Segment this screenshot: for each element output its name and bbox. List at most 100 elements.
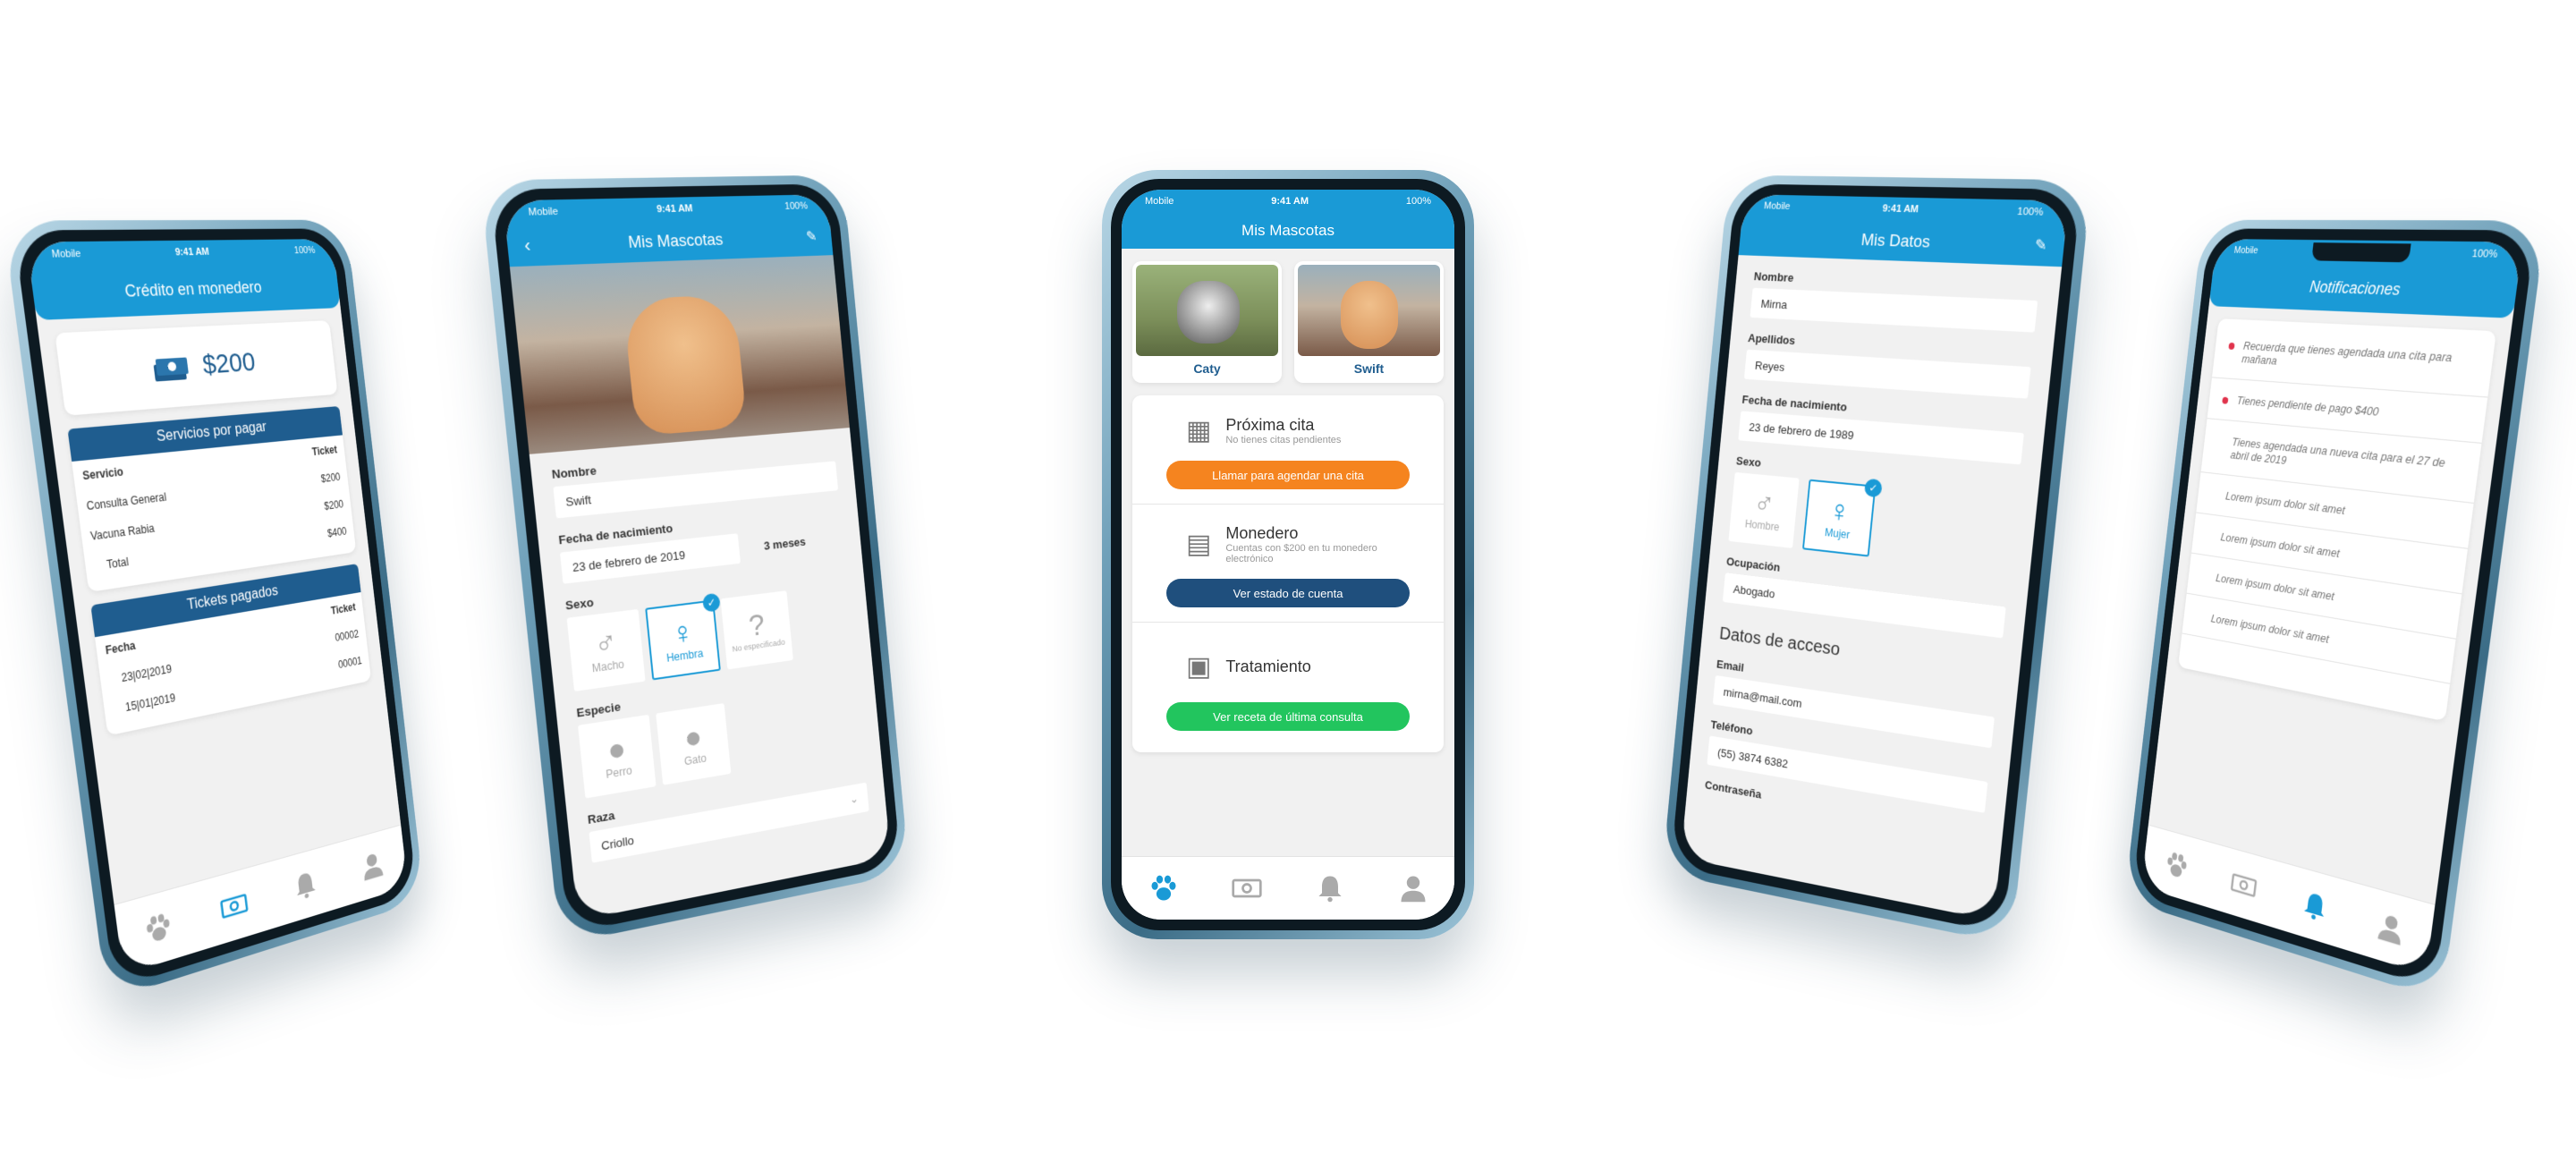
call-appointment-button[interactable]: Llamar para agendar una cita <box>1166 461 1410 489</box>
notification-text: Lorem ipsum dolor sit amet <box>2215 571 2335 604</box>
age-text: 3 meses <box>763 534 807 553</box>
money-icon <box>218 886 250 926</box>
tab-notifications[interactable] <box>285 860 326 911</box>
status-bar: Mobile 9:41 AM 100% <box>1122 190 1454 213</box>
chevron-down-icon: ⌄ <box>849 792 860 807</box>
page-title: Mis Mascotas <box>1241 222 1335 239</box>
edit-icon[interactable]: ✎ <box>805 228 818 246</box>
money-stack-icon: ▤ <box>1186 530 1212 559</box>
tab-pets[interactable] <box>135 901 181 955</box>
phone-pet-detail: Mobile 9:41 AM 100% ‹ Mis Mascotas ✎ Nom… <box>479 174 910 946</box>
user-icon <box>358 847 386 884</box>
back-icon[interactable]: ‹ <box>523 234 531 256</box>
battery-text: 100% <box>784 200 809 212</box>
female-icon: ♀ <box>1826 493 1852 530</box>
pet-card[interactable]: Caty <box>1132 261 1282 383</box>
sex-option-label: Mujer <box>1824 526 1851 542</box>
wallet-section: ▤ Monedero Cuentas con $200 en tu monede… <box>1132 505 1444 623</box>
carrier-text: Mobile <box>1145 196 1174 207</box>
section-title: Monedero <box>1225 524 1299 542</box>
money-icon <box>1231 872 1263 904</box>
pet-name: Swift <box>1353 361 1385 376</box>
sex-option-female[interactable]: ♀ Mujer ✓ <box>1801 478 1883 557</box>
tab-notifications[interactable] <box>1309 867 1352 910</box>
tab-profile[interactable] <box>2368 901 2414 955</box>
sex-option-female[interactable]: ♀ Hembra ✓ <box>645 592 721 681</box>
tab-notifications[interactable] <box>2293 880 2336 933</box>
pet-thumb <box>1136 265 1278 356</box>
dog-icon: ● <box>606 731 628 769</box>
pet-list: Caty Swift <box>1122 249 1454 395</box>
clipboard-icon: ▣ <box>1186 652 1212 682</box>
section-subtitle: Cuentas con $200 en tu monedero electrón… <box>1225 543 1377 564</box>
prescription-button[interactable]: Ver receta de última consulta <box>1166 702 1410 731</box>
tab-profile[interactable] <box>1392 867 1435 910</box>
species-option-dog[interactable]: ● Perro <box>578 714 657 799</box>
treatment-section: ▣ Tratamiento Ver receta de última consu… <box>1132 623 1444 752</box>
carrier-text: Mobile <box>1763 200 1791 212</box>
bell-icon <box>2299 886 2331 926</box>
bell-icon <box>1314 872 1346 904</box>
page-title: Crédito en monedero <box>123 277 263 301</box>
check-icon: ✓ <box>701 592 721 613</box>
app-bar: Notificaciones <box>2208 261 2520 318</box>
screen: Mobile 9:41 AM 100% Mis Mascotas Caty Sw… <box>1122 190 1454 920</box>
money-icon <box>2229 866 2259 904</box>
account-statement-button[interactable]: Ver estado de cuenta <box>1166 579 1410 607</box>
phone-frame: Mobile 9:41 AM 100% Mis Mascotas Caty Sw… <box>1102 170 1474 939</box>
phone-frame: Mobile 9:41 AM 100% Mis Datos ✎ Nombre M… <box>1662 174 2092 946</box>
tab-wallet[interactable] <box>1225 867 1268 910</box>
sex-option-label: Hombre <box>1744 517 1780 534</box>
app-bar: Crédito en monedero <box>30 261 341 320</box>
section-title: Tratamiento <box>1225 657 1311 675</box>
cat-icon: ● <box>682 719 704 757</box>
sex-option-male[interactable]: ♂ Hombre <box>1728 471 1800 548</box>
balance-card: $200 <box>55 320 338 416</box>
tab-wallet[interactable] <box>2224 860 2264 911</box>
page-title: Mis Mascotas <box>627 230 724 251</box>
species-option-cat[interactable]: ● Gato <box>656 703 732 785</box>
paw-icon <box>2163 847 2191 884</box>
male-icon: ♂ <box>592 624 619 663</box>
tab-bar <box>114 824 409 975</box>
pet-thumb <box>1298 265 1440 356</box>
user-icon <box>1397 872 1429 904</box>
phone-wallet: Mobile 9:41 AM 100% Crédito en monedero … <box>3 219 425 1001</box>
services-card: Servicios por pagar Servicio Ticket Cons… <box>67 405 357 592</box>
phone-frame: Mobile 9:41 AM 100% ‹ Mis Mascotas ✎ Nom… <box>479 174 910 946</box>
user-icon <box>2374 908 2408 949</box>
phone-pets-home: Mobile 9:41 AM 100% Mis Mascotas Caty Sw… <box>1102 170 1474 939</box>
tab-pets[interactable] <box>1142 867 1185 910</box>
notification-list: Recuerda que tienes agendada una cita pa… <box>2178 318 2497 722</box>
tab-bar <box>1122 856 1454 920</box>
tab-pets[interactable] <box>2158 841 2196 890</box>
edit-icon[interactable]: ✎ <box>2034 236 2048 255</box>
page-title: Mis Datos <box>1860 230 1931 251</box>
notch <box>2311 242 2411 263</box>
time-text: 9:41 AM <box>1271 196 1309 207</box>
money-stack-icon <box>153 357 189 382</box>
bell-icon <box>291 866 321 904</box>
pet-photo <box>509 255 850 454</box>
section-title: Próxima cita <box>1225 416 1315 434</box>
time-text: 9:41 AM <box>656 203 694 216</box>
nombre-input[interactable]: Mirna <box>1750 287 2038 333</box>
battery-text: 100% <box>293 245 316 257</box>
time-text: 9:41 AM <box>1882 203 1919 216</box>
app-bar: Mis Datos ✎ <box>1738 216 2066 267</box>
check-icon: ✓ <box>1863 478 1883 498</box>
battery-text: 100% <box>1405 196 1431 207</box>
carrier-text: Mobile <box>51 248 82 260</box>
sex-option-unspecified[interactable]: ? No especificado <box>720 590 793 670</box>
carrier-text: Mobile <box>528 206 559 218</box>
battery-text: 100% <box>2471 248 2498 260</box>
tab-wallet[interactable] <box>213 880 256 933</box>
app-bar: Mis Mascotas <box>1122 213 1454 249</box>
carrier-text: Mobile <box>2233 245 2259 257</box>
tab-profile[interactable] <box>353 841 391 890</box>
sex-option-male[interactable]: ♂ Macho <box>566 608 646 691</box>
pet-card[interactable]: Swift <box>1294 261 1444 383</box>
breed-value: Criollo <box>600 833 635 852</box>
notification-text: Tienes pendiente de pago $400 <box>2236 394 2380 419</box>
time-text: 9:41 AM <box>174 246 210 259</box>
